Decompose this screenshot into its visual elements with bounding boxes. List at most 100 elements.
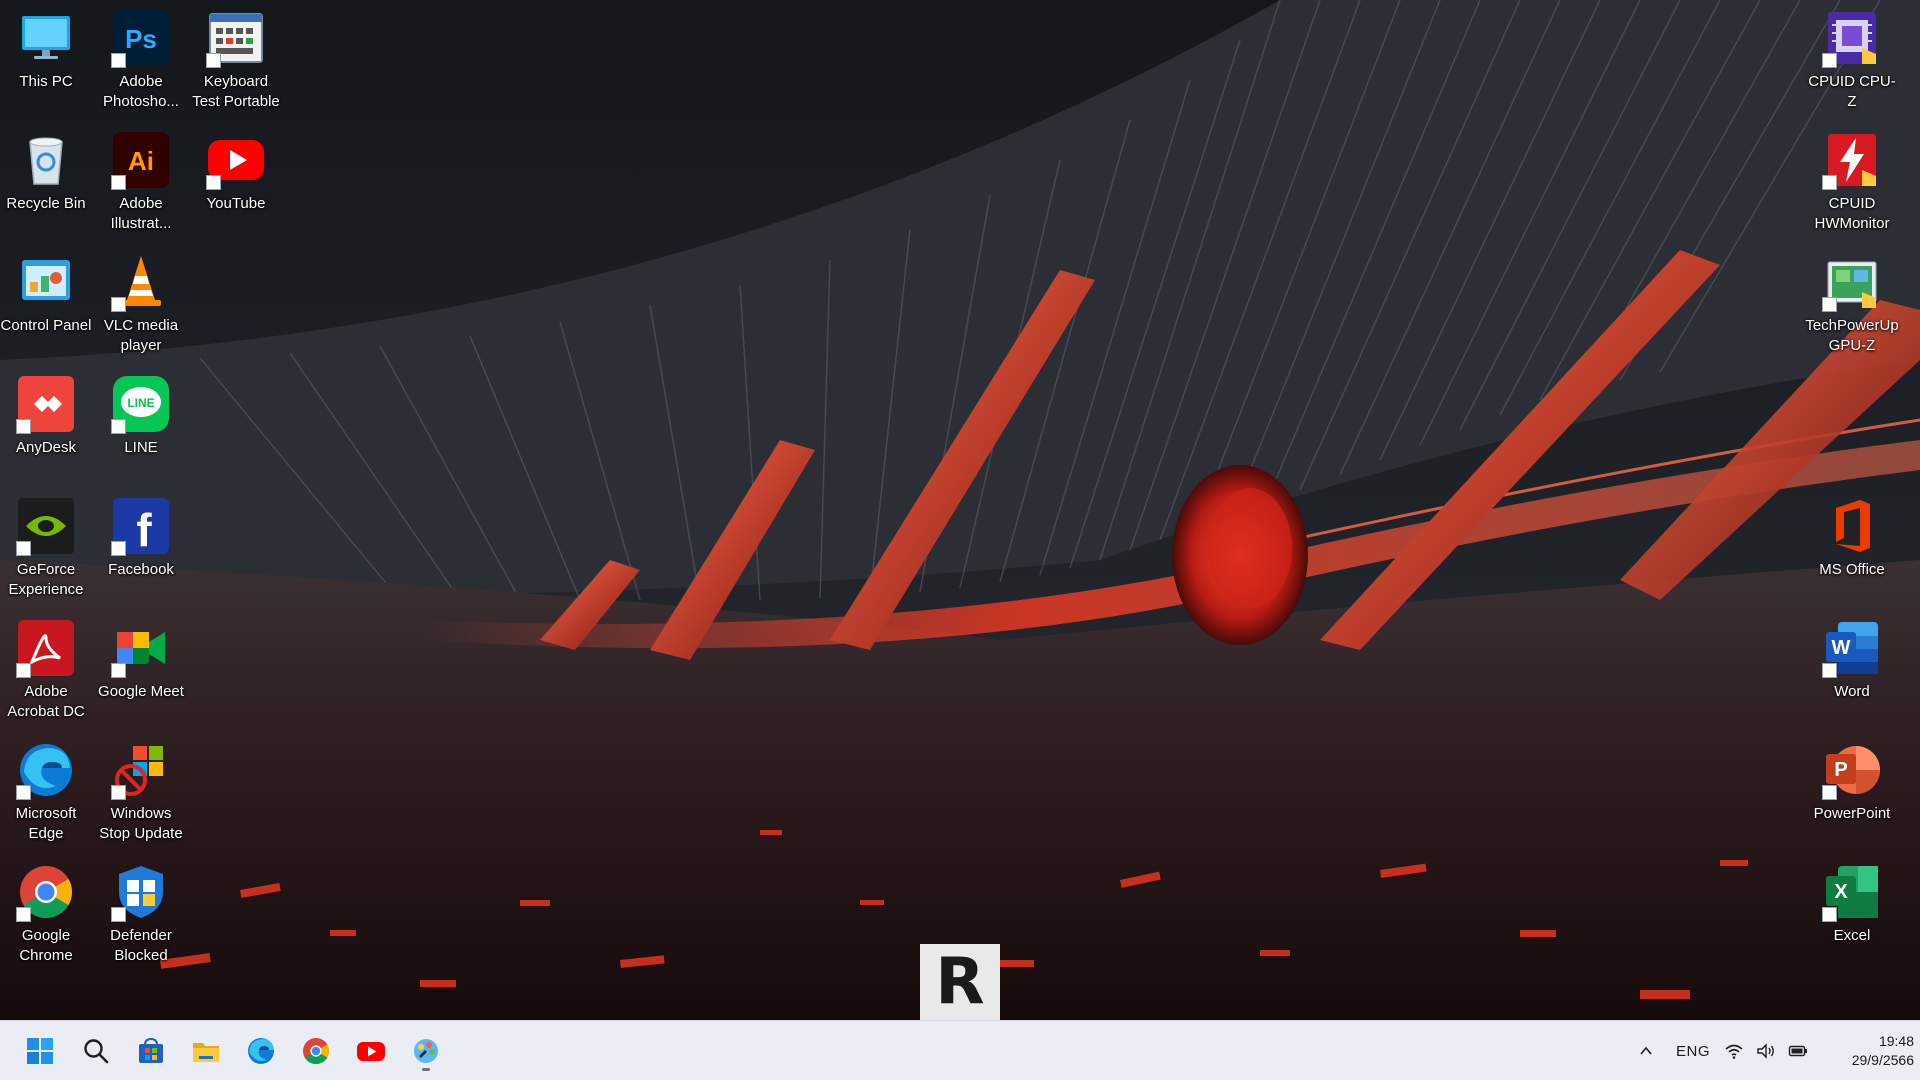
shortcut-arrow-icon	[16, 785, 31, 800]
shortcut-arrow-icon	[16, 419, 31, 434]
desktop-icon-ms-office[interactable]: MS Office	[1806, 496, 1898, 580]
excel-icon: X	[1822, 862, 1882, 922]
desktop-icon-google-meet[interactable]: Google Meet	[95, 618, 187, 702]
svg-text:f: f	[136, 504, 152, 556]
photoshop-icon: Ps	[111, 8, 171, 68]
svg-text:Ps: Ps	[125, 24, 157, 54]
desktop-icon-label: Adobe Illustrat...	[110, 195, 172, 232]
youtube-icon	[357, 1042, 385, 1061]
store-icon	[139, 1037, 163, 1063]
taskbar-edge-button[interactable]	[239, 1029, 283, 1073]
taskbar-store-button[interactable]	[129, 1029, 173, 1073]
illustrator-icon: Ai	[111, 130, 171, 190]
desktop-icon-this-pc[interactable]: This PC	[0, 8, 92, 92]
desktop-icon-gpuz[interactable]: TechPowerUp GPU-Z	[1805, 252, 1899, 356]
control-panel-icon	[16, 252, 76, 312]
tray-quick-settings[interactable]	[1724, 1021, 1808, 1080]
shortcut-arrow-icon	[206, 175, 221, 190]
desktop-icon-youtube[interactable]: YouTube	[190, 130, 282, 214]
desktop-icon-label: Recycle Bin	[6, 195, 86, 212]
chrome-icon	[16, 862, 76, 922]
taskbar-youtube-button[interactable]	[349, 1029, 393, 1073]
acrobat-icon	[16, 618, 76, 678]
desktop-icon-label: PowerPoint	[1813, 805, 1891, 822]
taskbar-file-explorer-button[interactable]	[184, 1029, 228, 1073]
shortcut-arrow-icon	[111, 53, 126, 68]
desktop-icon-control-panel[interactable]: Control Panel	[0, 252, 92, 336]
shortcut-arrow-icon	[1822, 785, 1837, 800]
desktop-icon-adobe-acrobat[interactable]: Adobe Acrobat DC	[0, 618, 92, 722]
shortcut-arrow-icon	[111, 541, 126, 556]
desktop-icon-powerpoint[interactable]: P PowerPoint	[1806, 740, 1898, 824]
shortcut-arrow-icon	[16, 663, 31, 678]
desktop-icon-label: CPUID HWMonitor	[1814, 195, 1890, 232]
paint-icon	[414, 1039, 438, 1063]
desktop-icon-label: VLC media player	[103, 317, 179, 354]
windows-stop-update-icon	[111, 740, 171, 800]
r-overlay-letter: R	[935, 945, 985, 1019]
shortcut-arrow-icon	[16, 541, 31, 556]
desktop-wallpaper	[0, 0, 1920, 1020]
gpuz-icon	[1822, 252, 1882, 312]
recycle-bin-icon	[16, 130, 76, 190]
desktop-icon-defender-blocked[interactable]: Defender Blocked	[95, 862, 187, 966]
desktop-icon-adobe-photoshop[interactable]: Ps Adobe Photosho...	[95, 8, 187, 112]
desktop-icon-hwmonitor[interactable]: CPUID HWMonitor	[1806, 130, 1898, 234]
desktop-icon-google-chrome[interactable]: Google Chrome	[0, 862, 92, 966]
desktop-icon-vlc[interactable]: VLC media player	[95, 252, 187, 356]
desktop-icon-label: Excel	[1833, 927, 1871, 944]
taskbar-start-button[interactable]	[18, 1029, 62, 1073]
shortcut-arrow-icon	[1822, 297, 1837, 312]
cpuz-icon	[1822, 8, 1882, 68]
tray-overflow-button[interactable]	[1632, 1021, 1660, 1080]
taskbar-chrome-button[interactable]	[294, 1029, 338, 1073]
shortcut-arrow-icon	[1822, 175, 1837, 190]
desktop-icon-geforce-experience[interactable]: GeForce Experience	[0, 496, 92, 600]
taskbar-search-button[interactable]	[74, 1029, 118, 1073]
desktop-icon-facebook[interactable]: f Facebook	[95, 496, 187, 580]
desktop-icon-label: AnyDesk	[15, 439, 77, 456]
desktop-icon-anydesk[interactable]: AnyDesk	[0, 374, 92, 458]
taskbar-paint-button[interactable]	[404, 1029, 448, 1073]
desktop-icon-label: LINE	[124, 439, 158, 456]
facebook-icon: f	[111, 496, 171, 556]
word-icon: W	[1822, 618, 1882, 678]
hwmonitor-icon	[1822, 130, 1882, 190]
monitor-icon	[16, 8, 76, 68]
shortcut-arrow-icon	[111, 785, 126, 800]
desktop-icon-adobe-illustrator[interactable]: Ai Adobe Illustrat...	[95, 130, 187, 234]
desktop-icon-label: Defender Blocked	[110, 927, 172, 964]
powerpoint-icon: P	[1822, 740, 1882, 800]
desktop-icon-label: Windows Stop Update	[99, 805, 183, 842]
tray-clock[interactable]: 19:48 29/9/2566	[1818, 1021, 1914, 1080]
desktop-icon-line[interactable]: LINE LINE	[95, 374, 187, 458]
desktop-icon-label: Adobe Photosho...	[103, 73, 179, 110]
edge-icon	[16, 740, 76, 800]
svg-text:LINE: LINE	[127, 396, 154, 410]
anydesk-icon	[16, 374, 76, 434]
shortcut-arrow-icon	[1822, 53, 1837, 68]
desktop-icon-microsoft-edge[interactable]: Microsoft Edge	[0, 740, 92, 844]
search-icon	[84, 1039, 109, 1064]
desktop-icon-label: This PC	[19, 73, 73, 90]
shortcut-arrow-icon	[206, 53, 221, 68]
desktop-icon-label: Facebook	[108, 561, 174, 578]
desktop-icon-label: YouTube	[206, 195, 266, 212]
desktop-icon-windows-stop-update[interactable]: Windows Stop Update	[95, 740, 187, 844]
desktop-icon-excel[interactable]: X Excel	[1806, 862, 1898, 946]
edge-icon	[248, 1038, 274, 1064]
shortcut-arrow-icon	[111, 419, 126, 434]
folder-icon	[193, 1043, 219, 1062]
desktop-icon-label: Adobe Acrobat DC	[7, 683, 85, 720]
desktop-icon-word[interactable]: W Word	[1806, 618, 1898, 702]
svg-text:P: P	[1834, 759, 1847, 781]
tray-language-indicator[interactable]: ENG	[1676, 1021, 1710, 1080]
desktop-icon-cpuz[interactable]: CPUID CPU-Z	[1806, 8, 1898, 112]
desktop-icon-keyboard-test[interactable]: Keyboard Test Portable	[190, 8, 282, 112]
language-label: ENG	[1676, 1042, 1711, 1060]
shortcut-arrow-icon	[16, 907, 31, 922]
wifi-icon	[1725, 1044, 1743, 1059]
desktop-icon-recycle-bin[interactable]: Recycle Bin	[0, 130, 92, 214]
svg-text:Ai: Ai	[128, 146, 154, 176]
shortcut-arrow-icon	[111, 297, 126, 312]
